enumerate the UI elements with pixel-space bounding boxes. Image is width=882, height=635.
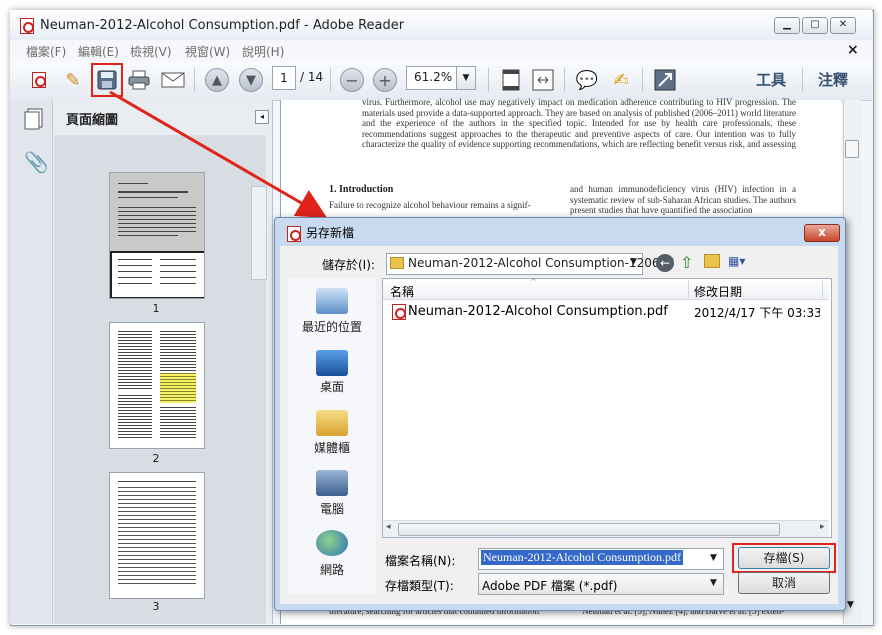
back-icon[interactable]: ← — [656, 254, 674, 272]
place-libraries[interactable]: 媒體櫃 — [292, 439, 372, 456]
place-desktop[interactable]: 桌面 — [292, 378, 372, 395]
dialog-pdf-icon — [287, 226, 301, 242]
place-network[interactable]: 網路 — [292, 561, 372, 578]
scroll-right-arrow-icon[interactable]: ▸ — [820, 522, 825, 532]
filename-value: Neuman-2012-Alcohol Consumption.pdf — [481, 550, 683, 565]
sort-arrow-icon: ^ — [530, 277, 537, 286]
place-computer[interactable]: 電腦 — [292, 500, 372, 517]
filetype-value: Adobe PDF 檔案 (*.pdf) — [482, 579, 618, 593]
folder-icon — [390, 257, 404, 269]
save-button[interactable]: 存檔(S) — [738, 547, 830, 569]
file-name: Neuman-2012-Alcohol Consumption.pdf — [408, 304, 668, 319]
place-recent[interactable]: 最近的位置 — [292, 318, 372, 335]
horizontal-scroll-thumb[interactable] — [398, 523, 780, 536]
network-icon[interactable] — [316, 530, 348, 556]
dialog-close-button[interactable]: x — [804, 224, 840, 242]
file-list-header — [383, 279, 829, 300]
filetype-dropdown-arrow-icon[interactable]: ▼ — [710, 578, 717, 588]
recent-places-icon[interactable] — [316, 288, 348, 314]
filename-dropdown-arrow-icon[interactable]: ▼ — [710, 553, 717, 563]
pdf-file-icon — [392, 304, 406, 320]
scroll-left-arrow-icon[interactable]: ◂ — [386, 522, 391, 532]
column-separator — [688, 280, 689, 298]
up-one-level-icon[interactable]: ⇧ — [680, 253, 693, 272]
filename-label: 檔案名稱(N): — [385, 554, 456, 568]
new-folder-icon[interactable] — [704, 254, 720, 268]
file-date: 2012/4/17 下午 03:33 — [694, 306, 820, 320]
desktop-icon[interactable] — [316, 350, 348, 376]
save-in-dropdown-arrow-icon[interactable]: ▼ — [630, 257, 637, 267]
column-name[interactable]: 名稱 — [390, 283, 414, 300]
filetype-label: 存檔類型(T): — [385, 579, 454, 593]
cancel-button[interactable]: 取消 — [738, 572, 830, 594]
column-modified-date[interactable]: 修改日期 — [694, 283, 742, 300]
column-separator — [822, 280, 823, 298]
dialog-title: 另存新檔 — [306, 226, 355, 240]
computer-icon[interactable] — [316, 470, 348, 496]
save-in-label: 儲存於(I): — [322, 258, 375, 272]
libraries-icon[interactable] — [316, 410, 348, 436]
view-menu-icon[interactable]: ▦▾ — [728, 254, 745, 268]
